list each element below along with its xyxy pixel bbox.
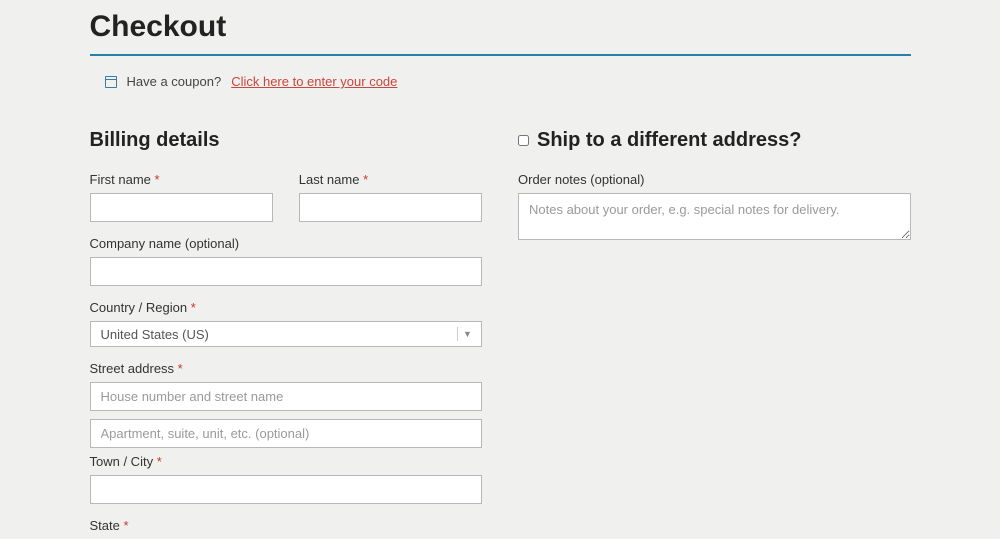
company-input[interactable] <box>90 257 483 286</box>
country-select[interactable]: United States (US) ▼ <box>90 321 483 347</box>
city-input[interactable] <box>90 475 483 504</box>
shipping-column: Ship to a different address? Order notes… <box>518 129 911 539</box>
required-mark: * <box>155 172 160 187</box>
order-notes-label: Order notes (optional) <box>518 172 911 187</box>
coupon-notice: Have a coupon? Click here to enter your … <box>90 74 911 89</box>
company-label: Company name (optional) <box>90 236 483 251</box>
street-label: Street address * <box>90 361 483 376</box>
required-mark: * <box>178 361 183 376</box>
page-title: Checkout <box>90 10 911 56</box>
street1-input[interactable] <box>90 382 483 411</box>
required-mark: * <box>363 172 368 187</box>
street2-input[interactable] <box>90 419 483 448</box>
order-notes-input[interactable] <box>518 193 911 240</box>
coupon-link[interactable]: Click here to enter your code <box>231 74 397 89</box>
chevron-down-icon: ▼ <box>457 327 471 341</box>
city-label: Town / City * <box>90 454 483 469</box>
first-name-label: First name * <box>90 172 273 187</box>
last-name-input[interactable] <box>299 193 482 222</box>
state-label: State * <box>90 518 483 533</box>
country-label: Country / Region * <box>90 300 483 315</box>
billing-column: Billing details First name * Last name * <box>90 129 483 539</box>
last-name-label: Last name * <box>299 172 482 187</box>
country-value: United States (US) <box>101 327 209 342</box>
billing-heading: Billing details <box>90 129 483 152</box>
first-name-input[interactable] <box>90 193 273 222</box>
shipping-heading: Ship to a different address? <box>537 129 801 152</box>
required-mark: * <box>191 300 196 315</box>
calendar-icon <box>105 76 117 88</box>
required-mark: * <box>157 454 162 469</box>
ship-different-checkbox[interactable] <box>518 135 529 146</box>
required-mark: * <box>123 518 128 533</box>
coupon-prompt: Have a coupon? <box>127 74 222 89</box>
